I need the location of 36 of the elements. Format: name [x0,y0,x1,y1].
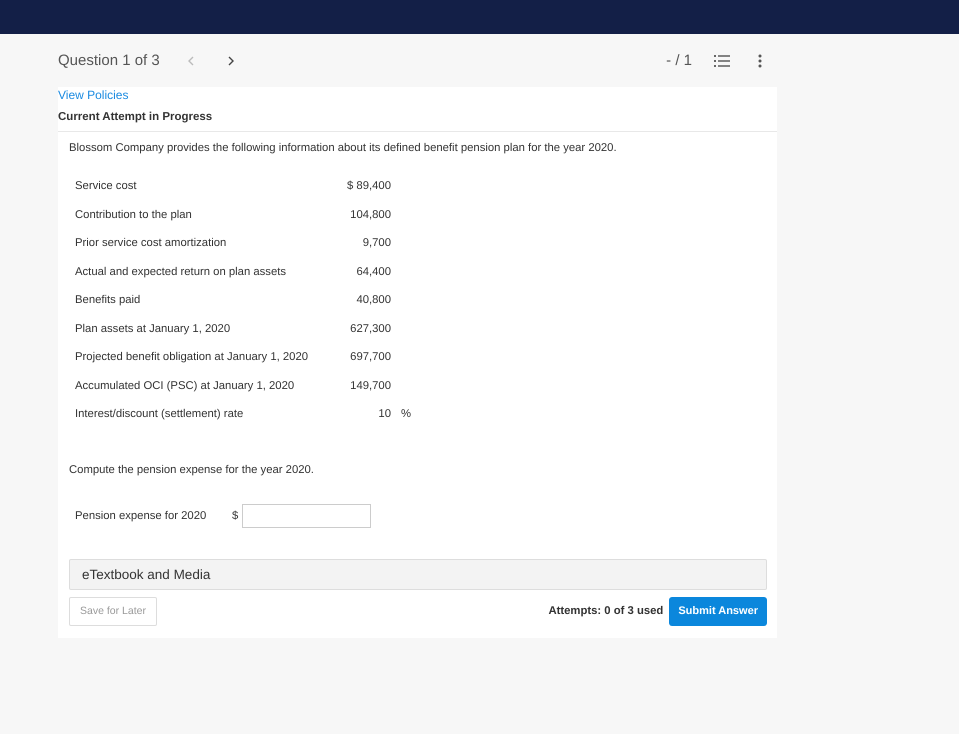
etextbook-panel[interactable]: eTextbook and Media [69,558,767,590]
data-label: Actual and expected return on plan assets [75,266,288,278]
data-label: Projected benefit obligation at January 1, 2020 [75,351,310,364]
data-value: $ 89,400 [346,180,391,192]
view-policies-link[interactable]: View Policies [58,88,128,102]
answer-input[interactable] [242,504,371,528]
score-text: - / 1 [666,52,692,69]
data-label: Service cost [75,180,138,192]
data-value: 40,800 [355,294,391,306]
data-value: 9,700 [362,237,391,250]
data-label: Accumulated OCI (PSC) at January 1, 2020 [75,380,296,392]
question-prompt: Compute the pension expense for the year 2020. [69,462,315,478]
attempt-status: Current Attempt in Progress [58,111,214,125]
data-value: 10 [377,408,391,420]
chevron-right-icon [228,56,234,66]
question-text: Blossom Company provides the following information about its defined benefit pension plan for the year 2020. [69,141,618,156]
data-value: 149,700 [349,380,391,392]
answer-label: Pension expense for 2020 [75,510,208,522]
numbered-list-icon [714,54,730,68]
currency-symbol: $ [232,510,240,522]
data-label: Benefits paid [75,294,142,306]
data-value: 104,800 [349,208,391,221]
question-counter: Question 1 of 3 [58,52,160,69]
unit-text: % [401,408,412,420]
data-label: Prior service cost amortization [75,237,228,250]
more-options-button[interactable] [756,52,764,70]
chevron-left-icon [188,56,194,66]
data-label: Interest/discount (settlement) rate [75,408,244,420]
submit-answer-button[interactable]: Submit Answer [669,596,767,626]
data-label: Plan assets at January 1, 2020 [75,322,232,335]
data-value: 627,300 [349,322,391,335]
data-value: 64,400 [355,266,391,278]
more-vertical-icon [758,54,762,68]
data-label: Contribution to the plan [75,208,193,221]
data-value: 697,700 [349,351,391,364]
attempts-counter: Attempts: 0 of 3 used [548,605,664,617]
